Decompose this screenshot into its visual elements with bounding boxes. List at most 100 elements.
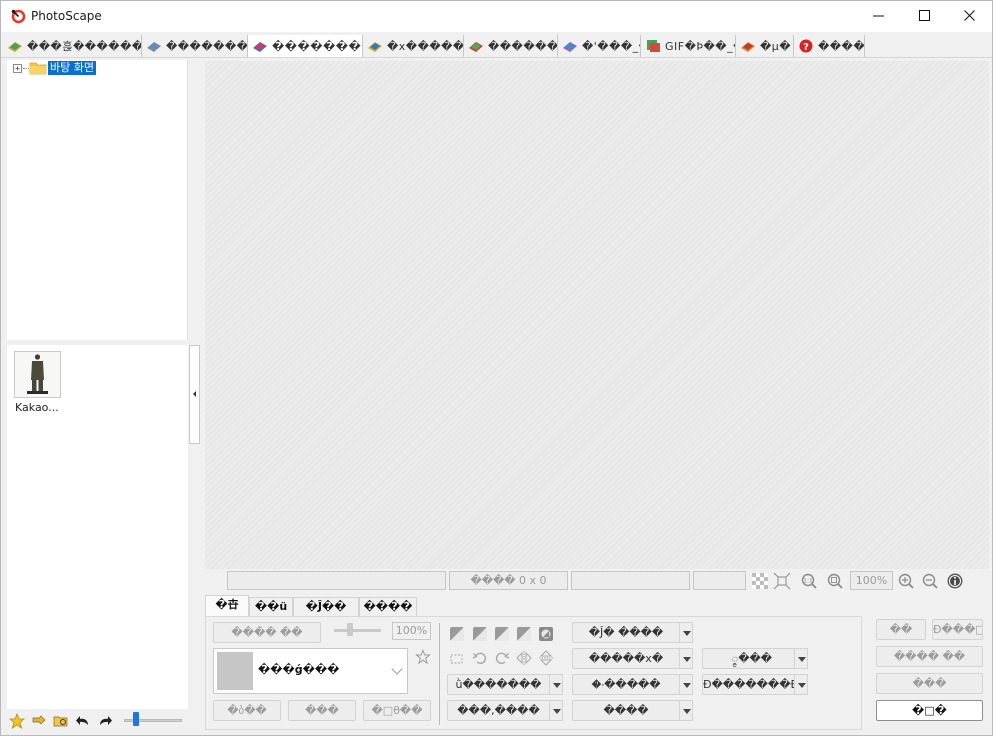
undo-button[interactable]: �� <box>876 619 926 640</box>
tab-viewer[interactable]: ���흕������ <box>3 35 142 57</box>
maximize-icon <box>919 10 930 21</box>
window-title: PhotoScape <box>31 9 102 23</box>
status-extra-field <box>693 571 746 590</box>
brightness-slider[interactable] <box>334 629 381 632</box>
chevron-down-icon <box>391 663 403 675</box>
tab-tools[interactable]: ���� <box>359 597 417 616</box>
svg-text:1:1: 1:1 <box>803 578 813 585</box>
zoom-fit-icon[interactable] <box>826 572 844 590</box>
tab-print-layout[interactable]: �'���_� <box>558 35 641 57</box>
forward-arrow-icon[interactable] <box>97 713 113 729</box>
viewer-book-icon <box>8 42 22 52</box>
thumbnail-pane[interactable]: Kakao... <box>7 345 188 709</box>
edit-tab-bar: �卋 ��ü �Ĵ�� ���� <box>205 595 865 616</box>
crop-dropdown[interactable]: �Ĵ� ���� <box>572 622 680 643</box>
resize-button[interactable]: ���� �� <box>213 622 321 643</box>
auto-level-icon[interactable] <box>449 626 465 642</box>
svg-text:?: ? <box>803 42 809 53</box>
bottom-button-2[interactable]: ��� <box>288 700 356 721</box>
tree-expand-toggle[interactable]: + <box>13 64 22 73</box>
minimize-button[interactable] <box>856 1 902 32</box>
folder-up-icon[interactable] <box>31 713 47 729</box>
close-icon <box>964 10 975 21</box>
frame-preview <box>217 652 253 690</box>
color-dropdown[interactable]: ���,���� <box>447 700 550 721</box>
tab-crop[interactable]: �Ĵ�� <box>293 597 359 616</box>
tab-page[interactable]: �x����� <box>363 35 464 57</box>
tab-editor[interactable]: ������� <box>142 35 248 57</box>
menu-button[interactable]: ��� <box>876 673 983 694</box>
page-book-icon <box>368 42 382 52</box>
bright-dropdown[interactable]: ǜ������� <box>447 674 550 695</box>
rotate-left-icon[interactable] <box>472 650 488 666</box>
bottom-button-1[interactable]: �ბ�� <box>213 700 281 721</box>
filter-dropdown-arrow[interactable] <box>679 648 693 669</box>
zoom-out-icon[interactable] <box>921 572 939 590</box>
auto-contrast-icon[interactable] <box>472 626 488 642</box>
edit-panel: ���� �� 100% ���ǵ��� �ბ�� ��� �□θ�� �Ĵ� … <box>205 616 862 730</box>
resize-percent-field[interactable]: 100% <box>392 622 431 640</box>
folder-icon <box>29 62 47 75</box>
panel-collapse-handle[interactable] <box>189 345 200 444</box>
batch-book-icon <box>253 42 267 52</box>
app-window: PhotoScape ���흕������ ������� �������� �… <box>0 0 993 736</box>
tab-object[interactable]: ��ü <box>249 597 293 616</box>
restore-button[interactable]: ���� �� <box>876 646 983 667</box>
save-button[interactable]: �□� <box>876 700 983 721</box>
style-dropdown[interactable]: �ၘ��� <box>702 648 795 669</box>
extra-dropdown[interactable]: Ð�������Ð <box>702 674 795 695</box>
flip-vertical-icon[interactable] <box>538 650 554 666</box>
style-dropdown-arrow[interactable] <box>794 648 808 669</box>
combine-book-icon <box>469 42 483 52</box>
misc-dropdown[interactable]: ���� <box>572 700 680 721</box>
thumbnail-item[interactable] <box>14 351 61 398</box>
tab-help[interactable]: ? ���� <box>794 35 865 57</box>
status-info-field <box>571 571 690 590</box>
redo-button[interactable]: Ð���□ <box>932 619 983 640</box>
folder-tree-pane[interactable]: + 바탕 화면 <box>7 60 188 340</box>
image-canvas[interactable] <box>205 61 989 569</box>
auto-color-icon[interactable] <box>494 626 510 642</box>
bottom-button-3[interactable]: �□θ�� <box>363 700 431 721</box>
color-dropdown-arrow[interactable] <box>549 700 563 721</box>
star-icon[interactable] <box>9 713 25 729</box>
frame-name: ���ǵ��� <box>258 663 340 676</box>
brightness-slider-thumb[interactable] <box>347 623 353 636</box>
transparency-grid-icon[interactable] <box>751 572 769 590</box>
misc-dropdown-arrow[interactable] <box>679 700 693 721</box>
tab-combine[interactable]: ������ <box>464 35 558 57</box>
tab-batch[interactable]: �������� <box>248 35 363 57</box>
flip-horizontal-icon[interactable] <box>516 650 532 666</box>
tab-home[interactable]: �卋 <box>205 595 249 616</box>
thumbnail-size-slider-thumb[interactable] <box>133 712 139 726</box>
backlight-icon[interactable] <box>516 626 532 642</box>
sharpen-icon[interactable] <box>538 626 554 642</box>
zoom-in-icon[interactable] <box>897 572 915 590</box>
print-icon <box>741 42 755 52</box>
filter-dropdown[interactable]: �����x� <box>572 648 680 669</box>
extra-dropdown-arrow[interactable] <box>794 674 808 695</box>
tab-label: GIF�Þ��_� <box>665 39 735 53</box>
back-arrow-icon[interactable] <box>75 713 91 729</box>
rotate-right-icon[interactable] <box>494 650 510 666</box>
tab-gif[interactable]: GIF�Þ��_� <box>641 35 736 57</box>
crop-dropdown-arrow[interactable] <box>679 622 693 643</box>
minimize-icon <box>873 15 884 17</box>
zoom-actual-icon[interactable]: 1:1 <box>800 572 818 590</box>
info-icon[interactable] <box>946 572 964 590</box>
tab-label: ���� <box>818 39 865 53</box>
maximize-button[interactable] <box>902 1 948 32</box>
tab-print[interactable]: �µ� <box>736 35 794 57</box>
open-folder-icon[interactable] <box>53 713 69 729</box>
bright-dropdown-arrow[interactable] <box>549 674 563 695</box>
effect-dropdown-arrow[interactable] <box>679 674 693 695</box>
frame-select[interactable]: ���ǵ��� <box>213 648 408 694</box>
tree-item-desktop[interactable]: 바탕 화면 <box>48 61 96 75</box>
panel-divider <box>439 623 440 725</box>
close-button[interactable] <box>947 1 992 32</box>
favorite-star-icon[interactable] <box>415 649 431 665</box>
tab-label: ������� <box>166 39 248 53</box>
fit-screen-icon[interactable] <box>773 572 791 590</box>
crop-dashed-icon[interactable] <box>449 650 465 666</box>
effect-dropdown[interactable]: �ං����� <box>572 674 680 695</box>
